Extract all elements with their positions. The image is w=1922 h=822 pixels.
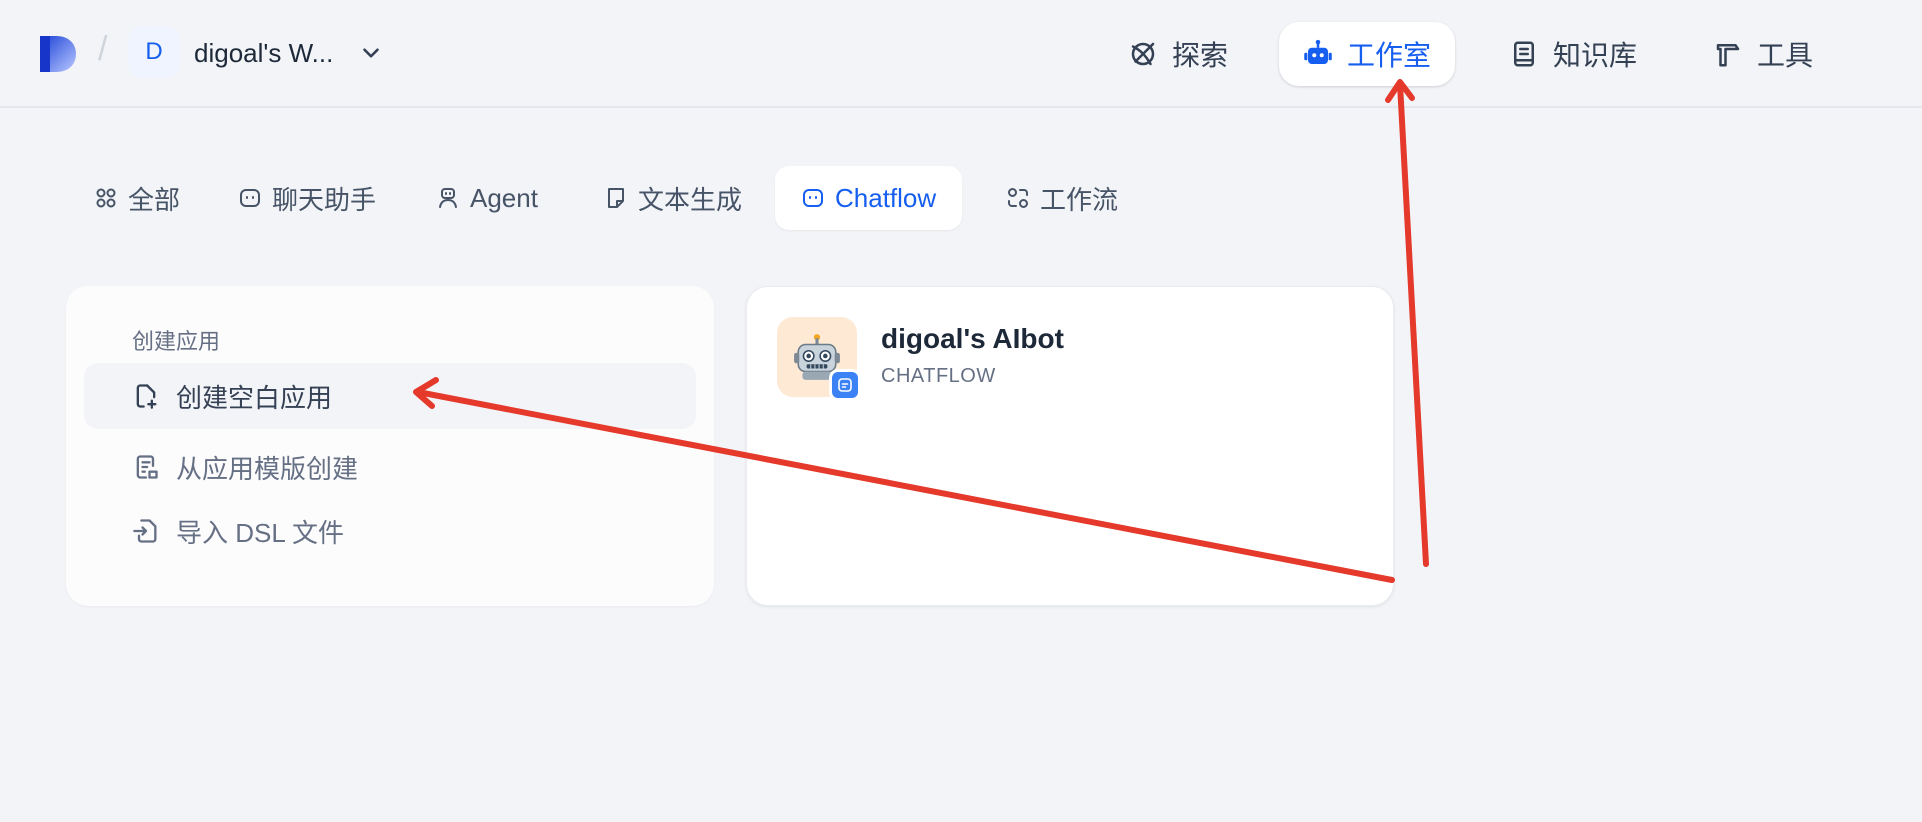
top-header: / D digoal's W... 探索 工作室 知识库 工具 (0, 0, 1922, 108)
nav-knowledge[interactable]: 知识库 (1485, 22, 1661, 86)
tab-chatflow[interactable]: Chatflow (775, 166, 963, 230)
tab-agent[interactable]: Agent (410, 166, 564, 230)
chat-bot-icon (240, 189, 260, 207)
breadcrumb-separator: / (98, 30, 108, 68)
document-icon (608, 188, 624, 208)
workspace-name[interactable]: digoal's W... (194, 38, 333, 69)
annotation-arrow-to-studio (1397, 81, 1429, 567)
file-import-icon (133, 519, 157, 543)
tab-chatflow-label: Chatflow (835, 182, 937, 213)
nav-explore-label: 探索 (1172, 40, 1229, 71)
tab-agent-label: Agent (470, 182, 538, 213)
template-icon (136, 455, 158, 479)
nav-tools-label: 工具 (1757, 40, 1814, 71)
grid-icon (96, 188, 116, 208)
tab-text-generation[interactable]: 文本生成 (578, 166, 768, 230)
compass-icon (1131, 42, 1155, 66)
create-blank-app-label: 创建空白应用 (176, 382, 333, 413)
app-name: digoal's AIbot (881, 323, 1064, 354)
nav-studio-label: 工作室 (1347, 40, 1432, 71)
tab-all[interactable]: 全部 (68, 166, 206, 230)
import-dsl-label: 导入 DSL 文件 (176, 517, 345, 548)
tab-workflow-label: 工作流 (1040, 184, 1119, 215)
create-blank-app-button[interactable]: 创建空白应用 (84, 363, 696, 429)
robot-icon (1304, 39, 1332, 64)
dify-logo-icon[interactable] (38, 34, 78, 74)
tab-chat-assistant[interactable]: 聊天助手 (212, 166, 402, 230)
tab-all-label: 全部 (128, 184, 181, 215)
create-from-template-label: 从应用模版创建 (176, 453, 359, 484)
tab-chat-assistant-label: 聊天助手 (272, 184, 377, 215)
create-app-title: 创建应用 (132, 329, 221, 354)
chat-bot-icon (803, 189, 823, 207)
chevron-down-icon[interactable] (358, 40, 384, 66)
app-type-label: CHATFLOW (881, 365, 996, 387)
app-card[interactable]: digoal's AIbot CHATFLOW (746, 286, 1394, 606)
tab-workflow[interactable]: 工作流 (980, 166, 1144, 230)
tab-text-generation-label: 文本生成 (638, 184, 743, 215)
import-dsl-button[interactable]: 导入 DSL 文件 (84, 498, 696, 564)
nav-explore[interactable]: 探索 (1104, 22, 1252, 86)
create-from-template-button[interactable]: 从应用模版创建 (84, 434, 696, 500)
nav-knowledge-label: 知识库 (1553, 40, 1638, 71)
book-icon (1514, 41, 1534, 67)
nav-studio[interactable]: 工作室 (1279, 22, 1456, 86)
chat-badge-icon (829, 369, 861, 401)
hammer-icon (1716, 44, 1740, 67)
agent-icon (439, 188, 457, 208)
workflow-icon (1008, 188, 1028, 208)
nav-tools[interactable]: 工具 (1689, 22, 1837, 86)
file-plus-icon (136, 384, 157, 409)
create-app-card: 创建应用 创建空白应用 从应用模版创建 导入 DSL 文件 (66, 286, 714, 606)
workspace-avatar[interactable]: D (128, 26, 180, 78)
